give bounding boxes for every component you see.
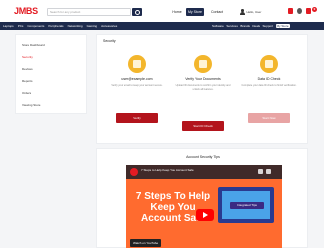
- security-card-title: Data ID Check: [257, 77, 281, 81]
- channel-avatar[interactable]: [130, 168, 138, 176]
- video-actions: [258, 169, 274, 174]
- cart-count-badge: 0: [312, 7, 317, 12]
- sidebar-item-devices[interactable]: Devices: [22, 67, 33, 71]
- security-card: user@example.com Verify your email to kee…: [105, 51, 169, 137]
- security-card-button[interactable]: Verify: [116, 113, 158, 123]
- nav-item-software[interactable]: Software: [212, 24, 224, 28]
- nav-item-networking[interactable]: Networking: [68, 24, 83, 28]
- secondary-menu: Software Services Brands Deals Support My Sto…: [212, 22, 290, 30]
- nav-item-peripherals[interactable]: Peripherals: [48, 24, 63, 28]
- category-menu: Laptops PCs Components Peripherals Networkin…: [3, 22, 117, 30]
- search-input[interactable]: Search for any product: [47, 8, 131, 16]
- notification-icon[interactable]: [288, 8, 293, 14]
- cart-icon[interactable]: [306, 8, 311, 14]
- security-panel: Security user@example.com Verify your ema…: [96, 34, 308, 144]
- document-icon: [199, 60, 207, 68]
- nav-item-support[interactable]: Support: [263, 24, 274, 28]
- security-card-title: Verify Your Documents: [185, 77, 221, 81]
- security-card-button[interactable]: Start Now: [248, 113, 290, 123]
- security-card-description: Upload ID documents to confirm your iden…: [175, 84, 231, 91]
- video-player[interactable]: 7 Steps to Help Keep You Account Safe 7 …: [126, 165, 282, 248]
- nav-item-pcs[interactable]: PCs: [18, 24, 24, 28]
- sidebar-item-reports[interactable]: Reports: [22, 79, 33, 83]
- security-card-description: Verify your email to keep your account s…: [111, 84, 163, 87]
- nav-my-store-button[interactable]: My Store: [186, 8, 204, 16]
- user-icon: [240, 9, 245, 15]
- play-icon[interactable]: [196, 209, 214, 221]
- sidebar-item-viewing-store[interactable]: Viewing Store: [22, 103, 40, 107]
- security-card: Data ID Check Complete your data ID check…: [237, 51, 301, 137]
- nav-item-brands[interactable]: Brands: [240, 24, 250, 28]
- nav-item-deals[interactable]: Deals: [252, 24, 260, 28]
- nav-item-gaming[interactable]: Gaming: [87, 24, 98, 28]
- tips-title: Account Security Tips: [186, 155, 220, 159]
- document-icon: [265, 60, 273, 68]
- section-title: Security: [103, 39, 116, 43]
- nav-item-accessories[interactable]: Accessories: [101, 24, 117, 28]
- nav-contact-link[interactable]: Contact: [208, 8, 226, 16]
- security-card-description: Complete your data ID check to finish ve…: [241, 84, 297, 87]
- video-title[interactable]: 7 Steps to Help Keep You Account Safe: [141, 168, 194, 172]
- account-security-tips-panel: Account Security Tips 7 Steps to Help Ke…: [96, 148, 308, 248]
- nav-item-laptops[interactable]: Laptops: [3, 24, 14, 28]
- sidebar-item-orders[interactable]: Orders: [22, 91, 31, 95]
- watch-on-youtube-button[interactable]: Watch on YouTube: [130, 239, 162, 247]
- sidebar-item-security[interactable]: Security: [22, 55, 33, 59]
- logo[interactable]: JMBS: [14, 6, 38, 16]
- document-icon: [133, 60, 141, 68]
- user-label: Hello, User: [246, 10, 262, 14]
- nav-item-my-store[interactable]: My Store: [275, 24, 290, 28]
- search-icon[interactable]: [132, 8, 142, 16]
- share-icon[interactable]: [266, 169, 271, 174]
- account-sidebar: Store Dashboard Security Devices Reports Ord…: [15, 34, 87, 114]
- nav-item-components[interactable]: Components: [27, 24, 44, 28]
- category-nav-bar: Laptops PCs Components Peripherals Networkin…: [0, 22, 324, 30]
- top-bar: JMBS Search for any product Home My Stor…: [0, 0, 324, 22]
- watch-later-icon[interactable]: [258, 169, 263, 174]
- security-card: Verify Your Documents Upload ID documents…: [171, 51, 235, 137]
- sidebar-item-store-dashboard[interactable]: Store Dashboard: [22, 43, 45, 47]
- video-header: 7 Steps to Help Keep You Account Safe: [126, 165, 282, 179]
- nav-item-services[interactable]: Services: [226, 24, 238, 28]
- settings-icon[interactable]: [297, 8, 302, 14]
- security-card-title: user@example.com: [121, 77, 153, 81]
- user-menu[interactable]: Hello, User: [240, 7, 261, 17]
- nav-home-link[interactable]: Home: [170, 8, 184, 16]
- video-tag: Integrated Tips: [230, 202, 264, 209]
- header-icons: [288, 8, 311, 14]
- security-card-button[interactable]: Start ID Check: [182, 121, 224, 131]
